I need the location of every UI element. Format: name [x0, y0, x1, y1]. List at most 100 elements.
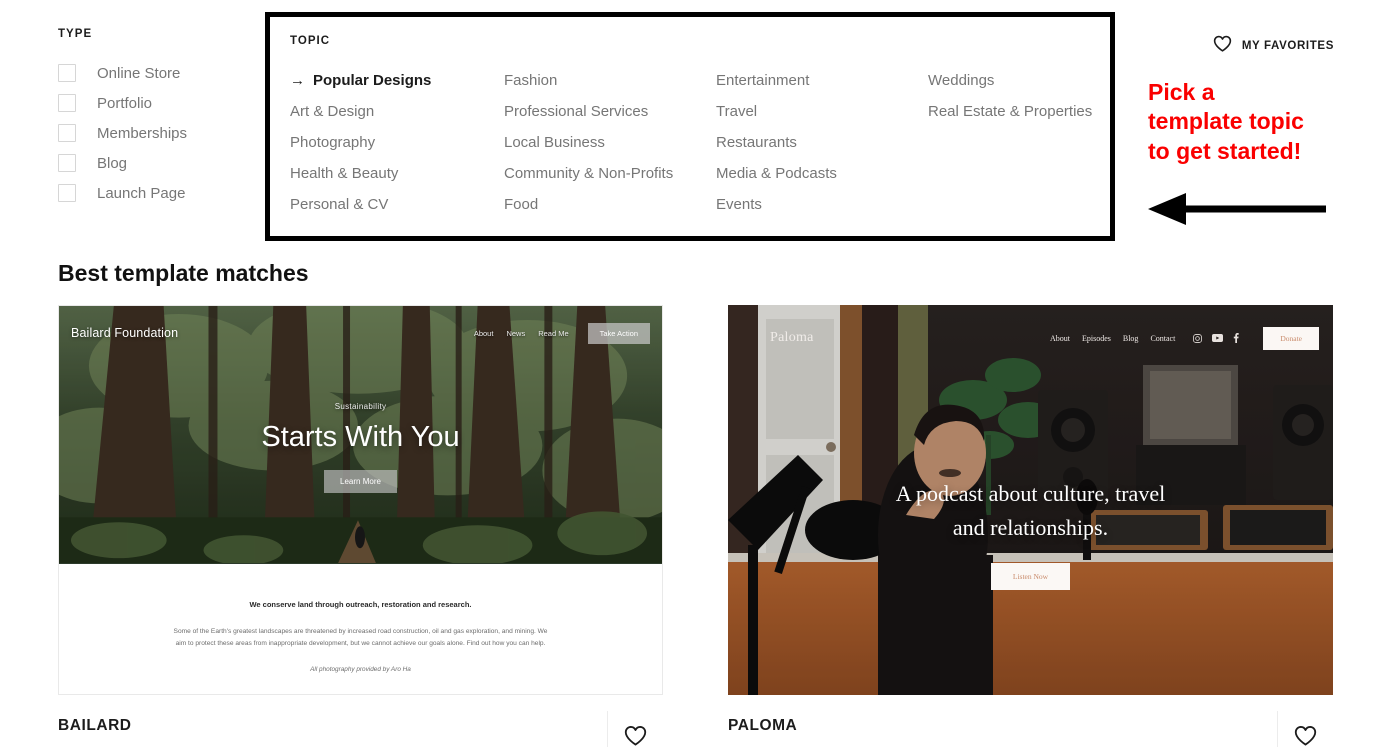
- annotation-arrow-left-icon: [1148, 192, 1326, 231]
- template-card-bailard[interactable]: Bailard Foundation About News Read Me Ta…: [58, 305, 663, 747]
- type-filter-option-label: Memberships: [97, 124, 188, 142]
- page-title: Best template matches: [58, 260, 309, 286]
- topic-option-local-business[interactable]: Local Business: [504, 127, 716, 158]
- checkbox-icon[interactable]: [58, 94, 76, 112]
- instagram-icon[interactable]: [1193, 333, 1203, 343]
- topic-option-fashion[interactable]: Fashion: [504, 65, 716, 96]
- topic-option-travel[interactable]: Travel: [716, 96, 928, 127]
- topic-options-grid: → Popular Designs Fashion Entertainment Wedd…: [290, 65, 1092, 220]
- topic-option-art-design[interactable]: Art & Design: [290, 96, 504, 127]
- template-preview-bailard[interactable]: Bailard Foundation About News Read Me Ta…: [58, 305, 663, 695]
- bailard-nav: About News Read Me Take Action: [474, 322, 650, 344]
- template-card-paloma[interactable]: Paloma About Episodes Blog Contact Donat…: [728, 305, 1333, 747]
- my-favorites-label: MY FAVORITES: [1241, 40, 1334, 52]
- topic-option-label: Media & Podcasts: [716, 165, 837, 182]
- topic-option-label: Personal & CV: [290, 196, 389, 213]
- topic-option-label: Popular Designs: [313, 72, 432, 89]
- topic-option-personal-cv[interactable]: Personal & CV: [290, 189, 504, 220]
- topic-option-label: Local Business: [504, 134, 605, 151]
- type-filter-option-memberships[interactable]: Memberships: [58, 118, 248, 148]
- topic-option-entertainment[interactable]: Entertainment: [716, 65, 928, 96]
- topic-option-label: Professional Services: [504, 103, 649, 120]
- topic-option-health-beauty[interactable]: Health & Beauty: [290, 158, 504, 189]
- type-filter-option-label: Online Store: [97, 64, 181, 82]
- checkbox-icon[interactable]: [58, 124, 76, 142]
- paloma-nav: About Episodes Blog Contact Donate: [1050, 326, 1319, 350]
- heart-icon: [1213, 35, 1232, 57]
- topic-option-events[interactable]: Events: [716, 189, 928, 220]
- topic-filter-panel: TOPIC → Popular Designs Fashion Entertainme…: [265, 12, 1115, 241]
- heart-outline-icon: [624, 726, 647, 746]
- type-filter-option-label: Portfolio: [97, 94, 153, 112]
- paloma-template-name: PALOMA: [728, 717, 798, 734]
- paloma-nav-about[interactable]: About: [1050, 334, 1070, 343]
- checkbox-icon[interactable]: [58, 64, 76, 82]
- topic-option-photography[interactable]: Photography: [290, 127, 504, 158]
- template-picker-page: TYPE Online Store Portfolio Memberships Blo…: [0, 0, 1378, 747]
- paloma-donate-button[interactable]: Donate: [1263, 326, 1319, 350]
- topic-option-label: Restaurants: [716, 134, 797, 151]
- topic-option-label: Art & Design: [290, 103, 375, 120]
- topic-option-community-non-profits[interactable]: Community & Non-Profits: [504, 158, 716, 189]
- paloma-nav-episodes[interactable]: Episodes: [1082, 334, 1111, 343]
- my-favorites-link[interactable]: MY FAVORITES: [1213, 35, 1334, 57]
- paloma-headline-line-2: and relationships.: [952, 515, 1109, 541]
- topic-option-real-estate-properties[interactable]: Real Estate & Properties: [928, 96, 1092, 127]
- annotation-callout: Pick a template topic to get started!: [1148, 78, 1348, 166]
- facebook-icon[interactable]: [1233, 333, 1239, 343]
- topic-option-label: Community & Non-Profits: [504, 165, 674, 182]
- paloma-card-meta: PALOMA A podcast template for culture an…: [728, 711, 1333, 747]
- paloma-nav-contact[interactable]: Contact: [1150, 334, 1175, 343]
- paloma-favorite-button[interactable]: [1277, 711, 1333, 747]
- type-filter-option-portfolio[interactable]: Portfolio: [58, 88, 248, 118]
- topic-option-restaurants[interactable]: Restaurants: [716, 127, 928, 158]
- paloma-nav-blog[interactable]: Blog: [1123, 334, 1139, 343]
- bailard-topbar: Bailard Foundation About News Read Me Ta…: [59, 320, 662, 346]
- youtube-icon[interactable]: [1212, 334, 1224, 342]
- bailard-learn-more-button[interactable]: Learn More: [324, 470, 397, 493]
- topic-option-empty: [928, 127, 1092, 158]
- template-preview-paloma[interactable]: Paloma About Episodes Blog Contact Donat…: [728, 305, 1333, 695]
- bailard-card-meta: BAILARD A nonprofit template for land co…: [58, 711, 663, 747]
- topic-option-weddings[interactable]: Weddings: [928, 65, 1092, 96]
- topic-option-label: Real Estate & Properties: [928, 103, 1093, 120]
- paloma-listen-now-button[interactable]: Listen Now: [990, 563, 1071, 591]
- bailard-nav-read-me[interactable]: Read Me: [538, 329, 568, 338]
- bailard-take-action-button[interactable]: Take Action: [587, 322, 650, 344]
- type-filter-option-online-store[interactable]: Online Store: [58, 58, 248, 88]
- bailard-hero: Bailard Foundation About News Read Me Ta…: [59, 306, 662, 564]
- topic-option-label: Health & Beauty: [290, 165, 399, 182]
- topic-option-label: Photography: [290, 134, 376, 151]
- annotation-line-3: to get started!: [1148, 137, 1302, 164]
- topic-option-label: Events: [716, 196, 762, 213]
- topic-option-label: Weddings: [928, 72, 995, 89]
- bailard-hero-content: Sustainability Starts With You Learn Mor…: [59, 402, 662, 493]
- type-filter-option-blog[interactable]: Blog: [58, 148, 248, 178]
- bailard-logo: Bailard Foundation: [71, 326, 179, 340]
- type-filter-option-launch-page[interactable]: Launch Page: [58, 178, 248, 208]
- bailard-headline: Starts With You: [261, 421, 460, 453]
- topic-option-label: Food: [504, 196, 539, 213]
- arrow-right-icon: →: [290, 72, 305, 89]
- checkbox-icon[interactable]: [58, 154, 76, 172]
- bailard-template-name: BAILARD: [58, 717, 132, 734]
- annotation-line-1: Pick a: [1148, 79, 1215, 105]
- topic-option-media-podcasts[interactable]: Media & Podcasts: [716, 158, 928, 189]
- topic-option-professional-services[interactable]: Professional Services: [504, 96, 716, 127]
- paloma-hero-content: A podcast about culture, travel and rela…: [728, 477, 1333, 591]
- type-filter-heading: TYPE: [58, 28, 93, 40]
- topic-option-empty: [928, 158, 1092, 189]
- bailard-favorite-button[interactable]: [607, 711, 663, 747]
- paloma-topbar: Paloma About Episodes Blog Contact Donat…: [728, 325, 1333, 351]
- type-filter-option-label: Launch Page: [97, 184, 186, 202]
- topic-option-popular-designs[interactable]: → Popular Designs: [290, 65, 504, 96]
- bailard-nav-news[interactable]: News: [506, 329, 525, 338]
- bailard-body-credit: All photography provided by Aro Ha: [310, 666, 411, 674]
- bailard-body-text: Some of the Earth's greatest landscapes …: [173, 628, 548, 648]
- topic-option-food[interactable]: Food: [504, 189, 716, 220]
- topic-option-label: Entertainment: [716, 72, 810, 89]
- bailard-nav-about[interactable]: About: [474, 329, 494, 338]
- paloma-headline-line-1: A podcast about culture, travel: [895, 481, 1166, 506]
- checkbox-icon[interactable]: [58, 184, 76, 202]
- topic-option-empty: [928, 189, 1092, 220]
